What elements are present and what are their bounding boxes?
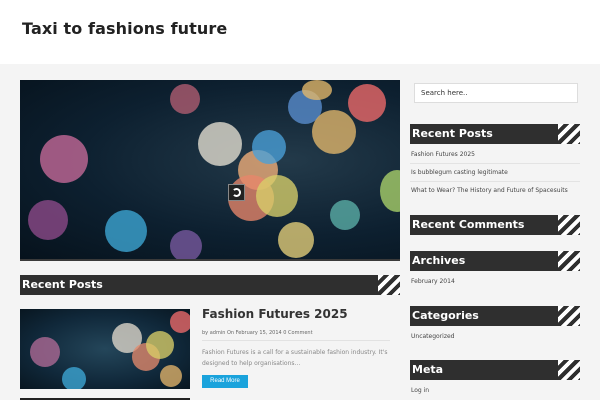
bokeh-light (170, 311, 190, 333)
bokeh-light (252, 130, 286, 164)
bokeh-light (330, 200, 360, 230)
slider-bottom-bar (20, 259, 400, 261)
featured-slider[interactable] (20, 80, 400, 259)
post-title[interactable]: Fashion Futures 2025 (202, 307, 348, 321)
recent-post-link[interactable]: Is bubblegum casting legitimate (411, 169, 508, 176)
recent-comments-widget-heading: Recent Comments (412, 218, 525, 231)
bokeh-light (348, 84, 386, 122)
bokeh-light (198, 122, 242, 166)
stripes-decoration (558, 360, 580, 380)
bokeh-light (146, 331, 174, 359)
bokeh-light (105, 210, 147, 252)
bokeh-light (302, 80, 332, 100)
recent-posts-widget-bar: Recent Posts (410, 124, 580, 144)
bokeh-light (30, 337, 60, 367)
widget-divider (410, 163, 580, 164)
archives-widget-heading: Archives (412, 254, 466, 267)
categories-widget-bar: Categories (410, 306, 580, 326)
stripes-decoration (558, 306, 580, 326)
bokeh-light (170, 84, 200, 114)
categories-widget-heading: Categories (412, 309, 479, 322)
slider-loading-icon (228, 184, 245, 201)
stripes-decoration (558, 251, 580, 271)
stripes-decoration (378, 275, 400, 295)
widget-divider (410, 181, 580, 182)
post-thumbnail[interactable] (20, 309, 190, 389)
bokeh-light (170, 230, 202, 259)
archives-widget-bar: Archives (410, 251, 580, 271)
site-title[interactable]: Taxi to fashions future (22, 19, 227, 38)
archive-link[interactable]: February 2014 (411, 278, 455, 285)
post-meta: by admin On February 15, 2014 0 Comment (202, 330, 313, 336)
meta-widget-heading: Meta (412, 363, 444, 376)
recent-posts-widget-heading: Recent Posts (412, 127, 493, 140)
stripes-decoration (558, 124, 580, 144)
meta-widget-bar: Meta (410, 360, 580, 380)
site-header: Taxi to fashions future (0, 0, 600, 64)
post-excerpt: Fashion Futures is a call for a sustaina… (202, 349, 388, 367)
bokeh-light (256, 175, 298, 217)
recent-posts-bar: Recent Posts (20, 275, 400, 295)
main-content: Recent Posts Fashion Futures 2025 by adm… (0, 64, 600, 400)
post-divider (202, 340, 390, 341)
login-link[interactable]: Log in (411, 387, 429, 394)
read-more-button[interactable]: Read More (202, 375, 248, 388)
recent-post-link[interactable]: What to Wear? The History and Future of … (411, 187, 568, 194)
bokeh-light (62, 367, 86, 389)
bokeh-light (160, 365, 182, 387)
bokeh-light (380, 170, 400, 212)
bokeh-light (28, 200, 68, 240)
stripes-decoration (558, 215, 580, 235)
recent-post-link[interactable]: Fashion Futures 2025 (411, 151, 475, 158)
bokeh-light (278, 222, 314, 258)
bokeh-light (40, 135, 88, 183)
category-link[interactable]: Uncategorized (411, 333, 454, 340)
recent-comments-widget-bar: Recent Comments (410, 215, 580, 235)
search-input[interactable] (414, 83, 578, 103)
recent-posts-heading: Recent Posts (22, 278, 103, 291)
bokeh-light (312, 110, 356, 154)
